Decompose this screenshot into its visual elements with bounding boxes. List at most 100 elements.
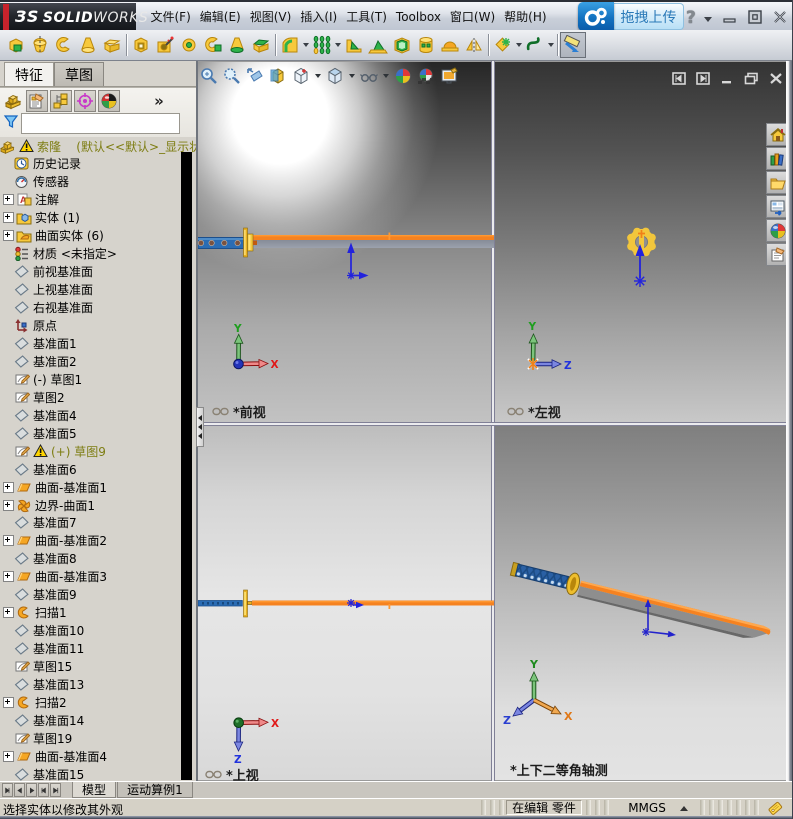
linear-pattern-button[interactable] (310, 33, 334, 57)
maximize-button[interactable] (745, 7, 764, 26)
boundary-boss-button[interactable] (100, 33, 124, 57)
mirror-button[interactable] (462, 33, 486, 57)
nav-end-button[interactable] (50, 783, 61, 797)
nav-next-button[interactable] (26, 783, 37, 797)
apply-scene-button[interactable] (414, 65, 437, 87)
tree-item[interactable]: 基准面2 (0, 352, 77, 370)
horizontal-splitter[interactable] (196, 422, 786, 426)
shell-button[interactable] (390, 33, 414, 57)
tree-item[interactable]: 扫描2 (0, 693, 67, 711)
toggle-left-pane-button[interactable] (672, 72, 686, 85)
curves-button[interactable] (523, 33, 547, 57)
expand-icon[interactable] (3, 194, 14, 206)
nav-first-button[interactable] (2, 783, 13, 797)
tab-model[interactable]: 模型 (72, 782, 116, 798)
filter-input[interactable] (21, 113, 180, 134)
menu-5[interactable]: 工具(T) (342, 8, 392, 25)
previous-view-button[interactable] (243, 65, 266, 87)
viewport-top[interactable] (198, 426, 491, 780)
tree-item[interactable]: 曲面-基准面3 (0, 568, 107, 586)
tree-item[interactable]: 基准面5 (0, 424, 77, 442)
units-label[interactable]: MMGS (607, 800, 687, 815)
expand-icon[interactable] (3, 230, 14, 242)
edit-appearance-button[interactable] (391, 65, 414, 87)
menu-2[interactable]: 编辑(E) (195, 8, 245, 25)
zoom-fit-button[interactable] (197, 65, 220, 87)
tree-item[interactable]: 基准面11 (0, 640, 84, 658)
menu-4[interactable]: 插入(I) (296, 8, 342, 25)
tree-item[interactable]: 基准面14 (0, 711, 84, 729)
display-style-button[interactable] (323, 65, 346, 87)
tree-item[interactable]: (-) 草图1 (0, 370, 82, 388)
tree-item[interactable]: A 注解 (0, 191, 59, 209)
displaymanager-tab[interactable] (98, 90, 120, 112)
expand-icon[interactable] (3, 481, 14, 493)
rib-button[interactable] (342, 33, 366, 57)
menu-3[interactable]: 视图(V) (245, 8, 296, 25)
tree-item[interactable]: 基准面13 (0, 676, 84, 694)
expand-icon[interactable] (3, 696, 14, 708)
viewport-isometric[interactable] (495, 426, 786, 780)
tree-item[interactable]: 曲面-基准面2 (0, 532, 107, 550)
tree-item[interactable]: 边界-曲面1 (0, 496, 95, 514)
tree-item[interactable]: 原点 (0, 317, 57, 335)
units-caret-icon[interactable] (680, 806, 688, 811)
swept-boss-button[interactable] (52, 33, 76, 57)
upload-cloud-icon[interactable] (578, 2, 614, 31)
display-style-dropdown[interactable] (346, 74, 357, 78)
viewport-minimize-button[interactable] (720, 72, 734, 85)
linear-pattern-dropdown[interactable] (334, 33, 342, 57)
viewport-front[interactable] (198, 62, 491, 422)
tree-item[interactable]: 曲面-基准面4 (0, 747, 107, 765)
menu-6[interactable]: Toolbox (391, 10, 445, 24)
featuremanager-tab[interactable] (2, 90, 24, 112)
tree-item[interactable]: 基准面1 (0, 334, 77, 352)
menu-8[interactable]: 帮助(H) (500, 8, 551, 25)
viewport-restore-button[interactable] (744, 72, 759, 85)
boundary-cut-button[interactable] (249, 33, 273, 57)
vertical-splitter[interactable] (491, 61, 495, 781)
view-orientation-dropdown[interactable] (312, 74, 323, 78)
hole-wizard-button[interactable] (153, 33, 177, 57)
lofted-cut-button[interactable] (225, 33, 249, 57)
configurationmanager-tab[interactable] (50, 90, 72, 112)
propertymanager-tab[interactable] (26, 90, 48, 112)
menu-7[interactable]: 窗口(W) (445, 8, 499, 25)
fillet-dropdown[interactable] (302, 33, 310, 57)
draft-button[interactable] (366, 33, 390, 57)
tree-item[interactable]: 基准面7 (0, 514, 77, 532)
reference-geometry-button[interactable] (491, 33, 515, 57)
tab-motion-study[interactable]: 运动算例1 (117, 782, 193, 798)
tree-item[interactable]: 曲面实体 (6) (0, 227, 104, 245)
nav-prev-button[interactable] (14, 783, 25, 797)
expand-icon[interactable] (3, 750, 14, 762)
expand-icon[interactable] (3, 212, 14, 224)
tree-item[interactable]: 基准面6 (0, 460, 77, 478)
tree-item[interactable]: 实体 (1) (0, 209, 80, 227)
tree-item[interactable]: 草图2 (0, 388, 65, 406)
tree-item[interactable]: 上视基准面 (0, 281, 93, 299)
hide-show-items-button[interactable] (357, 65, 380, 87)
tree-item[interactable]: 曲面-基准面1 (0, 478, 107, 496)
view-orientation-button[interactable] (289, 65, 312, 87)
dome-button[interactable] (438, 33, 462, 57)
revolved-boss-button[interactable] (28, 33, 52, 57)
section-view-button[interactable] (266, 65, 289, 87)
close-button[interactable] (770, 7, 789, 26)
tab-features[interactable]: 特征 (4, 62, 54, 86)
expand-icon[interactable] (3, 571, 14, 583)
extruded-cut-button[interactable] (129, 33, 153, 57)
tree-item[interactable]: 草图19 (0, 729, 72, 747)
menu-1[interactable]: 文件(F) (146, 8, 195, 25)
minimize-button[interactable] (720, 7, 739, 26)
curves-dropdown[interactable] (547, 33, 555, 57)
help-button[interactable]: ? (686, 8, 716, 28)
tree-item[interactable]: 前视基准面 (0, 263, 93, 281)
tree-item[interactable]: (+) 草图9 (0, 442, 106, 460)
instant3d-button[interactable] (560, 32, 586, 58)
pane-splitter-handle[interactable] (196, 407, 204, 447)
extruded-boss-button[interactable] (4, 33, 28, 57)
revolved-cut-button[interactable] (177, 33, 201, 57)
viewport-close-button[interactable] (769, 72, 783, 85)
tree-item[interactable]: 基准面10 (0, 622, 84, 640)
